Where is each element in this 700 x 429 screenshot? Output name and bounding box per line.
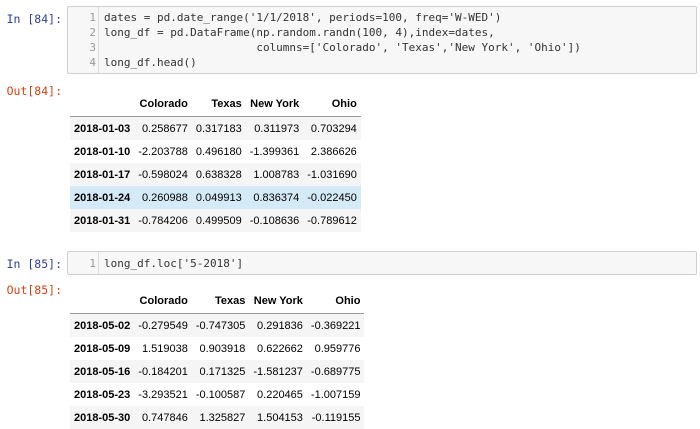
- column-header: Texas: [191, 92, 246, 117]
- table-row: 2018-05-09 1.519038 0.903918 0.622662 0.9597…: [70, 337, 364, 360]
- table-cell: -1.031690: [307, 168, 357, 181]
- code-text: columns=['Colorado', 'Texas','New York',…: [104, 41, 581, 54]
- table-cell: 0.220465: [257, 388, 303, 401]
- table-header-row: Colorado Texas New York Ohio: [70, 92, 361, 117]
- code-text: long_df.loc['5-2018']: [104, 257, 244, 270]
- table-cell: -1.399361: [249, 145, 300, 158]
- table-cell: 0.496180: [195, 145, 242, 158]
- table-cell: -0.279549: [138, 319, 188, 332]
- table-row: 2018-01-17 -0.598024 0.638328 1.008783 -1.03…: [70, 163, 361, 186]
- output-prompt: Out[85]:: [6, 283, 62, 297]
- table-row: 2018-01-31 -0.784206 0.499509 -0.108636 -0.7…: [70, 209, 361, 232]
- row-index: 2018-05-23: [74, 388, 131, 401]
- row-index: 2018-01-10: [74, 145, 131, 158]
- table-row: 2018-05-02 -0.279549 -0.747305 0.291836 -0.3…: [70, 313, 365, 337]
- table-cell: 0.311973: [254, 122, 300, 135]
- table-cell: -0.789612: [307, 214, 357, 227]
- table-row: 2018-01-10 -2.203788 0.496180 -1.399361 2.38…: [70, 140, 361, 163]
- row-index: 2018-05-16: [74, 365, 131, 378]
- table-cell: 0.291836: [257, 319, 303, 332]
- table-cell: -1.581237: [253, 365, 303, 378]
- table-cell: 0.638328: [195, 168, 242, 181]
- index-header: [70, 92, 135, 117]
- table-cell: 0.703294: [310, 122, 357, 135]
- column-header: Ohio: [306, 289, 365, 314]
- table-cell: 1.519038: [141, 342, 188, 355]
- index-header: [70, 289, 135, 314]
- code-line: 4 long_df.head(): [68, 55, 696, 70]
- table-cell: 0.258677: [141, 122, 188, 135]
- row-index: 2018-01-17: [74, 168, 131, 181]
- table-cell: -0.689775: [310, 365, 361, 378]
- table-cell: -0.184201: [138, 365, 188, 378]
- code-line: 2 long_df = pd.DataFrame(np.random.randn(…: [68, 25, 696, 40]
- table-cell: -1.007159: [310, 388, 361, 401]
- table-cell: -2.203788: [138, 145, 188, 158]
- row-index: 2018-01-03: [74, 122, 131, 135]
- column-header: Colorado: [134, 289, 192, 314]
- table-cell: -0.784206: [138, 214, 188, 227]
- table-cell: 0.317183: [195, 122, 242, 135]
- table-row: 2018-01-03 0.258677 0.317183 0.311973 0.7032…: [70, 116, 361, 140]
- table-cell: 0.171325: [199, 365, 246, 378]
- table-cell: 0.622662: [257, 342, 303, 355]
- table-row: 2018-01-24 0.260988 0.049913 0.836374 -0.022…: [70, 186, 361, 209]
- table-cell: 2.386626: [310, 145, 357, 158]
- table-cell: 1.008783: [253, 168, 300, 181]
- table-row: 2018-05-23 -3.293521 -0.100587 0.220465 -1.0…: [70, 383, 364, 406]
- table-cell: -0.598024: [138, 168, 188, 181]
- code-lines: 1 dates = pd.date_range('1/1/2018', perio…: [68, 7, 696, 70]
- table-cell: 0.260988: [141, 191, 188, 204]
- dataframe-table: Colorado Texas New York Ohio 2018-05-02 -0.2…: [70, 289, 365, 429]
- column-header: Texas: [191, 289, 250, 314]
- table-cell: 0.903918: [199, 342, 246, 355]
- table-header-row: Colorado Texas New York Ohio: [70, 289, 365, 314]
- column-header: Ohio: [303, 92, 361, 117]
- column-header: New York: [249, 289, 307, 314]
- table-cell: 0.836374: [253, 191, 300, 204]
- code-divider: [98, 252, 99, 274]
- table-cell: -0.100587: [195, 388, 246, 401]
- row-index: 2018-05-02: [74, 319, 131, 332]
- code-divider: [98, 7, 99, 73]
- code-cell-input[interactable]: 1 long_df.loc['5-2018']: [67, 251, 697, 275]
- code-line: 1 long_df.loc['5-2018']: [68, 256, 696, 271]
- code-line: 1 dates = pd.date_range('1/1/2018', perio…: [68, 10, 696, 25]
- row-index: 2018-01-31: [74, 214, 131, 227]
- table-row: 2018-05-16 -0.184201 0.171325 -1.581237 -0.6…: [70, 360, 365, 383]
- code-cell-input[interactable]: 1 dates = pd.date_range('1/1/2018', perio…: [67, 6, 697, 74]
- table-cell: -0.369221: [310, 319, 361, 332]
- table-cell: 0.049913: [195, 191, 242, 204]
- code-line: 3 columns=['Colorado', 'Texas','New York…: [68, 40, 696, 55]
- table-cell: -0.747305: [195, 319, 246, 332]
- output-prompt: Out[84]:: [6, 84, 62, 98]
- input-prompt: In [84]:: [6, 12, 62, 26]
- table-cell: -0.108636: [249, 214, 300, 227]
- row-index: 2018-01-24: [74, 191, 131, 204]
- input-prompt: In [85]:: [6, 257, 62, 271]
- code-text: long_df = pd.DataFrame(np.random.randn(1…: [104, 26, 495, 39]
- row-index: 2018-05-09: [74, 342, 131, 355]
- table-cell: 0.959776: [314, 342, 361, 355]
- column-header: Colorado: [134, 92, 192, 117]
- dataframe-table: Colorado Texas New York Ohio 2018-01-03 0.25…: [70, 92, 361, 232]
- table-cell: -3.293521: [138, 388, 188, 401]
- code-lines: 1 long_df.loc['5-2018']: [68, 252, 696, 271]
- code-text: long_df.head(): [104, 56, 197, 69]
- column-header: New York: [245, 92, 304, 117]
- table-cell: 0.499509: [195, 214, 242, 227]
- code-text: dates = pd.date_range('1/1/2018', period…: [104, 11, 502, 24]
- table-cell: -0.022450: [307, 191, 357, 204]
